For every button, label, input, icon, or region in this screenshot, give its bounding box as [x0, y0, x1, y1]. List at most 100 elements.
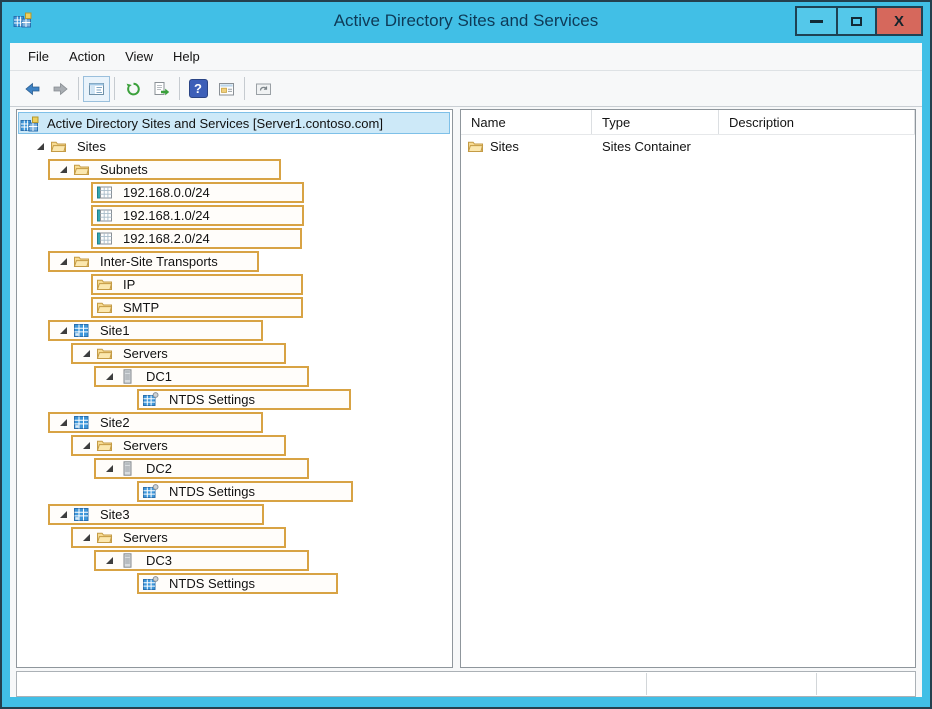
- tree-item-subnet-192-168-0-0-24[interactable]: 192.168.0.0/24: [17, 181, 452, 204]
- tree-item-inter-site-transports[interactable]: Inter-Site Transports: [17, 250, 452, 273]
- tree-item-site1-servers[interactable]: Servers: [17, 342, 452, 365]
- status-separator: [816, 673, 817, 695]
- help-button[interactable]: ?: [184, 75, 212, 102]
- toolbar-separator: [114, 77, 115, 100]
- properties-button[interactable]: [212, 75, 240, 102]
- tree-item-site2-servers[interactable]: Servers: [17, 434, 452, 457]
- menu-item-file[interactable]: File: [18, 49, 59, 64]
- tree-item-label: 192.168.0.0/24: [120, 185, 213, 200]
- expander-icon[interactable]: [99, 373, 119, 380]
- tree-item-root[interactable]: Active Directory Sites and Services [Ser…: [17, 112, 452, 135]
- subnet-icon: [96, 185, 115, 201]
- tree-item-ip[interactable]: IP: [17, 273, 452, 296]
- folder-icon: [96, 346, 115, 362]
- app-window: Active Directory Sites and Services X Fi…: [0, 0, 932, 709]
- column-headers: NameTypeDescription: [461, 110, 915, 135]
- forward-icon: [52, 81, 69, 97]
- tree-item-site3[interactable]: Site3: [17, 503, 452, 526]
- tree-item-sites[interactable]: Sites: [17, 135, 452, 158]
- title-bar[interactable]: Active Directory Sites and Services X: [2, 2, 930, 43]
- expander-icon[interactable]: [53, 258, 73, 265]
- forward-button[interactable]: [46, 75, 74, 102]
- tree-item-label: Site2: [97, 415, 133, 430]
- tree-item-label: 192.168.1.0/24: [120, 208, 213, 223]
- help-icon: ?: [189, 79, 208, 98]
- show-console-tree-icon: [88, 81, 105, 97]
- status-bar: [16, 671, 916, 697]
- adss-icon: [20, 116, 39, 132]
- minimize-button[interactable]: [797, 8, 836, 34]
- menu-item-help[interactable]: Help: [163, 49, 210, 64]
- status-separator: [646, 673, 647, 695]
- tree-item-label: IP: [120, 277, 138, 292]
- tree-item-dc2-ntds-settings[interactable]: NTDS Settings: [17, 480, 452, 503]
- action-pane-button[interactable]: [249, 75, 277, 102]
- subnet-icon: [96, 231, 115, 247]
- expander-icon[interactable]: [53, 327, 73, 334]
- expander-icon[interactable]: [76, 350, 96, 357]
- show-console-tree-button[interactable]: [83, 76, 110, 102]
- tree-item-label: Active Directory Sites and Services [Ser…: [44, 116, 386, 131]
- expander-icon[interactable]: [53, 166, 73, 173]
- refresh-icon: [125, 81, 142, 97]
- column-header-name[interactable]: Name: [461, 110, 592, 134]
- tree-item-site2[interactable]: Site2: [17, 411, 452, 434]
- expander-icon[interactable]: [76, 442, 96, 449]
- tree-item-dc3[interactable]: DC3: [17, 549, 452, 572]
- tree-item-label: Servers: [120, 438, 171, 453]
- tree-item-label: NTDS Settings: [166, 392, 258, 407]
- server-icon: [119, 369, 138, 385]
- folder-icon: [73, 162, 92, 178]
- tree-item-label: SMTP: [120, 300, 162, 315]
- list-item-type: Sites Container: [592, 139, 719, 154]
- column-header-description[interactable]: Description: [719, 110, 915, 134]
- tree-item-label: 192.168.2.0/24: [120, 231, 213, 246]
- expander-icon[interactable]: [53, 511, 73, 518]
- folder-icon: [50, 139, 69, 155]
- list-item-sites[interactable]: SitesSites Container: [461, 135, 915, 158]
- console-tree-pane: Active Directory Sites and Services [Ser…: [16, 109, 453, 668]
- expander-icon[interactable]: [76, 534, 96, 541]
- tree-item-site3-servers[interactable]: Servers: [17, 526, 452, 549]
- expander-icon[interactable]: [99, 465, 119, 472]
- tree-item-site1[interactable]: Site1: [17, 319, 452, 342]
- expander-icon[interactable]: [30, 143, 50, 150]
- expander-icon[interactable]: [99, 557, 119, 564]
- tree-item-smtp[interactable]: SMTP: [17, 296, 452, 319]
- tree-item-subnets[interactable]: Subnets: [17, 158, 452, 181]
- tree-item-label: DC3: [143, 553, 175, 568]
- close-icon: X: [894, 14, 904, 29]
- tree-item-dc1-ntds-settings[interactable]: NTDS Settings: [17, 388, 452, 411]
- subnet-icon: [96, 208, 115, 224]
- site-icon: [73, 323, 92, 339]
- tree-item-label: NTDS Settings: [166, 484, 258, 499]
- console-workspace: Active Directory Sites and Services [Ser…: [10, 107, 922, 668]
- toolbar-separator: [78, 77, 79, 100]
- site-icon: [73, 415, 92, 431]
- refresh-button[interactable]: [119, 75, 147, 102]
- expander-icon[interactable]: [53, 419, 73, 426]
- export-list-button[interactable]: [147, 75, 175, 102]
- tree-item-dc3-ntds-settings[interactable]: NTDS Settings: [17, 572, 452, 595]
- close-button[interactable]: X: [875, 8, 921, 34]
- tree-item-label: NTDS Settings: [166, 576, 258, 591]
- tree-item-dc1[interactable]: DC1: [17, 365, 452, 388]
- toolbar: ?: [10, 71, 922, 107]
- folder-icon: [96, 530, 115, 546]
- tree-item-dc2[interactable]: DC2: [17, 457, 452, 480]
- back-button[interactable]: [18, 75, 46, 102]
- column-header-type[interactable]: Type: [592, 110, 719, 134]
- maximize-button[interactable]: [836, 8, 875, 34]
- folder-icon: [96, 277, 115, 293]
- menu-item-view[interactable]: View: [115, 49, 163, 64]
- menu-item-action[interactable]: Action: [59, 49, 115, 64]
- server-icon: [119, 553, 138, 569]
- results-list: SitesSites Container: [461, 135, 915, 158]
- site-icon: [73, 507, 92, 523]
- tree-item-label: Servers: [120, 530, 171, 545]
- folder-icon: [96, 300, 115, 316]
- tree-item-label: Subnets: [97, 162, 151, 177]
- tree-item-subnet-192-168-1-0-24[interactable]: 192.168.1.0/24: [17, 204, 452, 227]
- tree-item-subnet-192-168-2-0-24[interactable]: 192.168.2.0/24: [17, 227, 452, 250]
- export-list-icon: [153, 81, 170, 97]
